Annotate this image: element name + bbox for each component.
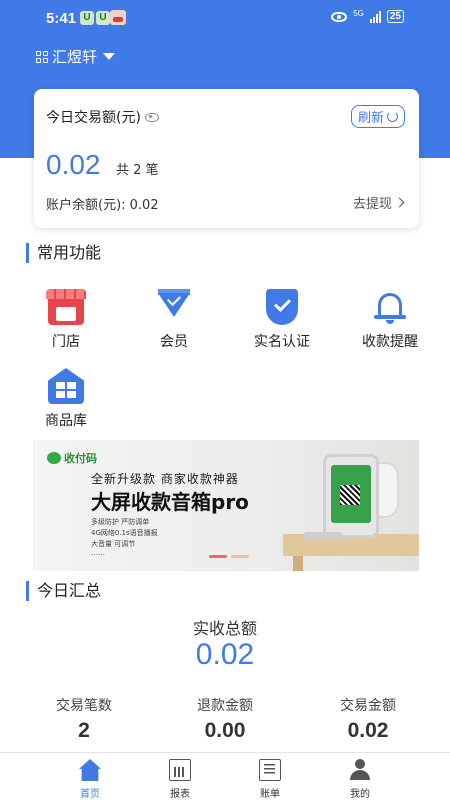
battery-icon: 25 [386, 10, 404, 23]
bell-icon [372, 289, 408, 325]
app-notification-icon: U [96, 11, 110, 25]
stat-label: 交易笔数 [56, 698, 112, 714]
caret-down-icon [103, 53, 116, 60]
grid-icon [36, 50, 48, 63]
tab-bill[interactable]: 账单 [240, 759, 300, 800]
tab-report[interactable]: 报表 [150, 759, 210, 800]
signal-icon [369, 10, 381, 23]
eye-icon [331, 11, 348, 22]
app-notification-icon: U [80, 11, 94, 25]
total-received-label: 实收总额 [192, 619, 257, 638]
section-title-today-summary: 今日汇总 [26, 581, 101, 601]
store-icon [46, 289, 86, 325]
withdraw-link[interactable]: 去提现 [352, 193, 405, 212]
bill-icon [259, 759, 281, 781]
total-received-value: 0.02 [195, 638, 255, 671]
tab-label: 我的 [350, 789, 370, 800]
transaction-count: 共 2 笔 [116, 163, 159, 178]
tab-me[interactable]: 我的 [330, 759, 390, 800]
diamond-icon [156, 289, 192, 325]
function-verification[interactable]: 实名认证 [247, 289, 317, 351]
banner-logo: 收付码 [47, 450, 97, 466]
stat-refund-amount: 退款金额 0.00 [170, 695, 280, 743]
chevron-right-icon [394, 197, 405, 208]
user-icon [349, 759, 371, 781]
summary-card: 今日交易额(元) 刷新 0.02 共 2 笔 账户余额(元): 0.02 去提现 [34, 89, 419, 228]
eye-icon[interactable] [144, 112, 159, 122]
store-selector[interactable]: 汇煜轩 [36, 46, 116, 67]
account-balance: 账户余额(元): 0.02 [46, 198, 159, 213]
tab-label: 报表 [170, 789, 190, 800]
banner-subtitle: 全新升级款 商家收款神器 [91, 472, 239, 486]
tab-home[interactable]: 首页 [60, 759, 120, 800]
function-goods[interactable]: 商品库 [31, 368, 101, 430]
tab-label: 账单 [260, 789, 280, 800]
refresh-button[interactable]: 刷新 [350, 105, 405, 128]
stat-label: 退款金额 [197, 698, 253, 714]
status-time: 5:41 [46, 10, 77, 27]
withdraw-label: 去提现 [352, 197, 392, 212]
banner-pager [209, 555, 249, 558]
bottom-tab-bar: 首页 报表 账单 我的 [0, 752, 450, 800]
function-label: 商品库 [45, 413, 87, 429]
refresh-icon [387, 111, 398, 122]
banner-title: 大屏收款音箱pro [91, 490, 249, 514]
banner-feature: …… [91, 549, 105, 557]
home-icon [79, 759, 101, 781]
stat-label: 交易金额 [340, 698, 396, 714]
card-title: 今日交易额(元) [46, 107, 159, 127]
banner-feature: 大音量 可调节 [91, 540, 136, 548]
pos-device-illustration [323, 454, 379, 538]
stat-value: 0.02 [347, 719, 389, 742]
report-icon [169, 759, 191, 781]
tab-label: 首页 [80, 789, 100, 800]
stat-value: 2 [78, 719, 90, 742]
network-type: 5G [353, 9, 364, 18]
function-payment-alert[interactable]: 收款提醒 [355, 289, 425, 351]
status-bar: 5:41 U U 5G 25 [0, 0, 450, 36]
section-title-functions: 常用功能 [26, 243, 101, 263]
warehouse-icon [48, 368, 84, 404]
app-notification-icon [110, 10, 126, 25]
promo-banner[interactable]: 收付码 全新升级款 商家收款神器 大屏收款音箱pro 多级防护 严防调单 4G网… [33, 440, 419, 571]
function-label: 实名认证 [254, 334, 310, 350]
banner-feature: 多级防护 严防调单 [91, 518, 150, 526]
card-title-text: 今日交易额(元) [46, 110, 141, 126]
banner-feature: 4G网络0.1s语音播报 [91, 529, 158, 537]
stat-transaction-amount: 交易金额 0.02 [313, 695, 423, 743]
function-label: 会员 [160, 334, 188, 350]
store-name: 汇煜轩 [52, 48, 98, 66]
today-amount: 0.02 [46, 149, 101, 180]
function-label: 门店 [52, 334, 80, 350]
stat-transaction-count: 交易笔数 2 [29, 695, 139, 743]
refresh-label: 刷新 [357, 111, 384, 126]
shield-check-icon [266, 289, 298, 325]
function-member[interactable]: 会员 [139, 289, 209, 351]
function-store[interactable]: 门店 [31, 289, 101, 351]
function-label: 收款提醒 [362, 334, 418, 350]
stat-value: 0.00 [204, 719, 246, 742]
